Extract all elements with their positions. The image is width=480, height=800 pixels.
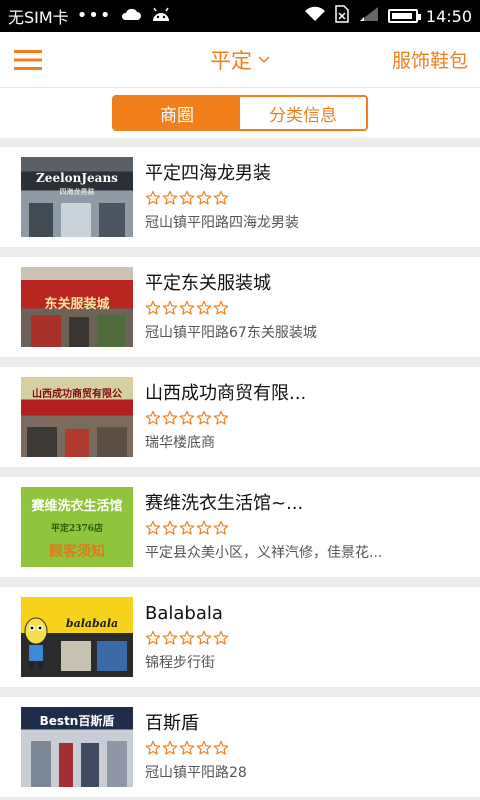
shop-address: 冠山镇平阳路四海龙男装	[145, 215, 299, 231]
star-icon	[145, 190, 161, 205]
status-bar: 无SIM卡 ••• 14:50	[0, 0, 480, 32]
shop-name: 平定四海龙男装	[145, 163, 271, 184]
storefront-sub-sign: 四海龙男装	[59, 187, 95, 196]
shop-address: 锦程步行街	[145, 655, 215, 671]
star-icon	[145, 740, 161, 755]
star-icon	[179, 190, 195, 205]
star-icon	[196, 300, 212, 315]
clock-text: 14:50	[425, 6, 472, 26]
wifi-icon	[304, 6, 326, 26]
star-icon	[162, 740, 178, 755]
shop-thumbnail: Bestn百斯盾	[21, 707, 133, 787]
star-icon	[145, 520, 161, 535]
star-icon	[196, 410, 212, 425]
storefront-sign: balabala	[65, 617, 119, 630]
signal-icon	[358, 6, 380, 26]
shop-thumbnail: 赛维洗衣生活馆 平定2376店 顾客须知	[21, 487, 133, 567]
star-icon	[196, 740, 212, 755]
list-item[interactable]: Bestn百斯盾 百斯盾 冠山镇平阳路28	[0, 697, 480, 797]
star-icon	[179, 300, 195, 315]
shop-thumbnail: 东关服装城	[21, 267, 133, 347]
shop-name: 百斯盾	[145, 713, 199, 734]
mascot-image	[23, 615, 49, 669]
star-icon	[213, 410, 229, 425]
city-selector[interactable]: 平定	[210, 45, 270, 75]
storefront-sub-sign: 平定2376店	[50, 524, 104, 534]
shop-address: 冠山镇平阳路67东关服装城	[145, 325, 317, 341]
star-icon	[145, 630, 161, 645]
star-icon	[179, 740, 195, 755]
app-header: 平定 服饰鞋包	[0, 32, 480, 88]
list-item[interactable]: balabala Balabala 锦程步行街	[0, 587, 480, 687]
list-item[interactable]: 东关服装城 平定东关服装城 冠山镇平阳路67东关服装城	[0, 257, 480, 357]
carrier-text: 无SIM卡	[8, 8, 69, 27]
segment-bar: 商圈 分类信息	[0, 88, 480, 138]
weather-icon	[120, 6, 142, 26]
chevron-down-icon	[258, 55, 270, 63]
hamburger-icon	[14, 49, 42, 70]
shop-name: Balabala	[145, 603, 223, 624]
segmented-control: 商圈 分类信息	[112, 95, 368, 131]
storefront-sign: 山西成功商贸有限公	[32, 389, 122, 400]
star-icon	[179, 410, 195, 425]
shop-thumbnail: balabala	[21, 597, 133, 677]
list-item[interactable]: ZeelonJeans 四海龙男装 平定四海龙男装 冠山镇平阳路四海龙男装	[0, 147, 480, 247]
android-icon	[150, 5, 172, 27]
city-label: 平定	[210, 48, 252, 73]
star-icon	[145, 410, 161, 425]
list-item[interactable]: 山西成功商贸有限公 山西成功商贸有限... 瑞华楼底商	[0, 367, 480, 467]
tab-business-district[interactable]: 商圈	[114, 97, 240, 129]
rating-stars	[145, 190, 299, 206]
shop-list: ZeelonJeans 四海龙男装 平定四海龙男装 冠山镇平阳路四海龙男装 东关…	[0, 138, 480, 797]
storefront-sign: 赛维洗衣生活馆	[31, 499, 123, 514]
storefront-sign: 东关服装城	[44, 297, 110, 312]
battery-icon	[387, 9, 421, 23]
star-icon	[162, 520, 178, 535]
shop-address: 冠山镇平阳路28	[145, 765, 247, 781]
star-icon	[162, 410, 178, 425]
star-icon	[213, 630, 229, 645]
star-icon	[162, 190, 178, 205]
star-icon	[213, 520, 229, 535]
star-icon	[179, 630, 195, 645]
shop-name: 平定东关服装城	[145, 273, 271, 294]
star-icon	[213, 190, 229, 205]
list-item[interactable]: 赛维洗衣生活馆 平定2376店 顾客须知 赛维洗衣生活馆~... 平定县众美小区…	[0, 477, 480, 577]
star-icon	[196, 520, 212, 535]
rating-stars	[145, 410, 306, 426]
shop-address: 瑞华楼底商	[145, 435, 215, 451]
tab-category-info[interactable]: 分类信息	[240, 97, 366, 129]
storefront-notice: 顾客须知	[49, 544, 105, 560]
star-icon	[196, 190, 212, 205]
shop-name: 山西成功商贸有限...	[145, 383, 307, 404]
star-icon	[179, 520, 195, 535]
star-icon	[213, 300, 229, 315]
shop-thumbnail: 山西成功商贸有限公	[21, 377, 133, 457]
star-icon	[162, 300, 178, 315]
shop-thumbnail: ZeelonJeans 四海龙男装	[21, 157, 133, 237]
star-icon	[162, 630, 178, 645]
category-button[interactable]: 服饰鞋包	[392, 46, 468, 73]
rating-stars	[145, 740, 247, 756]
sim-icon	[334, 5, 350, 27]
storefront-sign: Bestn百斯盾	[39, 714, 115, 728]
rating-stars	[145, 630, 229, 646]
storefront-sign: ZeelonJeans	[36, 171, 118, 185]
star-icon	[145, 300, 161, 315]
rating-stars	[145, 300, 317, 316]
shop-name: 赛维洗衣生活馆~...	[145, 493, 304, 514]
menu-button[interactable]	[0, 32, 56, 87]
star-icon	[196, 630, 212, 645]
shop-address: 平定县众美小区，义祥汽修，佳景花...	[145, 545, 383, 561]
star-icon	[213, 740, 229, 755]
notification-dots: •••	[76, 5, 112, 26]
rating-stars	[145, 520, 382, 536]
